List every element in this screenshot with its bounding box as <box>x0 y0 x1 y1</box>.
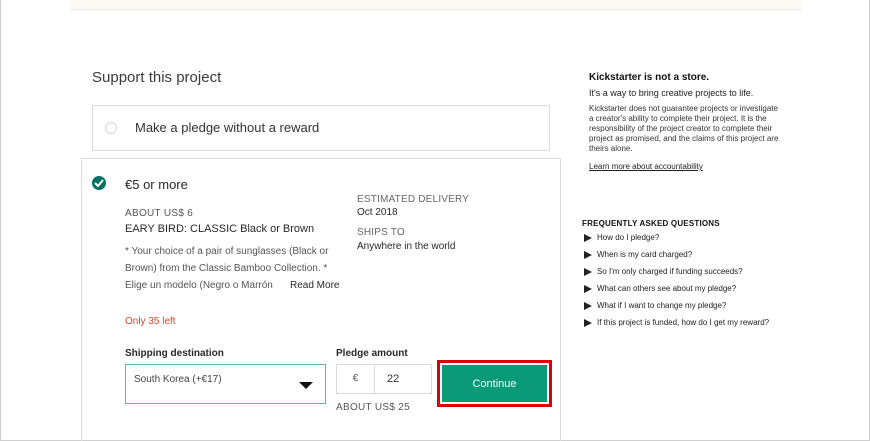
pledge-about-usd: ABOUT US$ 25 <box>336 402 411 413</box>
radio-unchecked-icon[interactable] <box>105 122 117 134</box>
triangle-right-icon <box>584 319 592 327</box>
accountability-body: Kickstarter does not guarantee projects … <box>589 104 779 153</box>
accountability-title: Kickstarter is not a store. <box>589 72 710 83</box>
reward-card: €5 or more ABOUT US$ 6 EARY BIRD: CLASSI… <box>81 158 561 441</box>
shipping-destination-select[interactable]: South Korea (+€17) <box>125 364 326 404</box>
accountability-subtitle: It's a way to bring creative projects to… <box>589 88 754 98</box>
currency-symbol: € <box>337 365 375 393</box>
accountability-panel: Kickstarter is not a store. It's a way t… <box>589 72 789 171</box>
ships-to-label: SHIPS TO <box>357 227 405 238</box>
faq-item[interactable]: What if I want to change my pledge? <box>582 301 782 310</box>
shipping-destination-value: South Korea (+€17) <box>134 374 222 385</box>
faq-item[interactable]: If this project is funded, how do I get … <box>582 318 782 327</box>
faq-title: FREQUENTLY ASKED QUESTIONS <box>582 219 720 228</box>
reward-amount: €5 or more <box>125 177 188 192</box>
read-more-link[interactable]: Read More <box>286 280 340 291</box>
triangle-right-icon <box>584 302 592 310</box>
shipping-destination-label: Shipping destination <box>125 348 224 359</box>
no-reward-option[interactable]: Make a pledge without a reward <box>92 105 550 151</box>
estimated-delivery-value: Oct 2018 <box>357 207 398 218</box>
triangle-right-icon <box>584 234 592 242</box>
triangle-right-icon <box>584 268 592 276</box>
chevron-down-icon <box>299 382 313 389</box>
pledge-amount-input[interactable]: € 22 <box>336 364 432 394</box>
faq-item[interactable]: So I'm only charged if funding succeeds? <box>582 267 782 276</box>
triangle-right-icon <box>584 285 592 293</box>
faq-item[interactable]: How do I pledge? <box>582 233 782 242</box>
triangle-right-icon <box>584 251 592 259</box>
reward-title: EARY BIRD: CLASSIC Black or Brown <box>125 223 315 235</box>
faq-list: How do I pledge? When is my card charged… <box>582 233 782 327</box>
check-circle-icon <box>92 176 106 190</box>
no-reward-label: Make a pledge without a reward <box>135 120 320 135</box>
faq-section: FREQUENTLY ASKED QUESTIONS How do I pled… <box>582 219 782 335</box>
page: Support this project Make a pledge witho… <box>0 0 870 441</box>
section-title: Support this project <box>92 69 222 86</box>
pledge-amount-label: Pledge amount <box>336 348 408 359</box>
continue-highlight: Continue <box>437 360 552 407</box>
faq-item[interactable]: When is my card charged? <box>582 250 782 259</box>
top-bar <box>71 0 801 10</box>
continue-button[interactable]: Continue <box>442 365 547 402</box>
faq-item[interactable]: What can others see about my pledge? <box>582 284 782 293</box>
pledge-amount-value[interactable]: 22 <box>387 365 399 393</box>
reward-about-usd: ABOUT US$ 6 <box>125 208 194 219</box>
only-left-badge: Only 35 left <box>125 316 176 327</box>
accountability-link[interactable]: Learn more about accountability <box>589 162 789 171</box>
estimated-delivery-label: ESTIMATED DELIVERY <box>357 194 470 205</box>
ships-to-value: Anywhere in the world <box>357 241 456 252</box>
